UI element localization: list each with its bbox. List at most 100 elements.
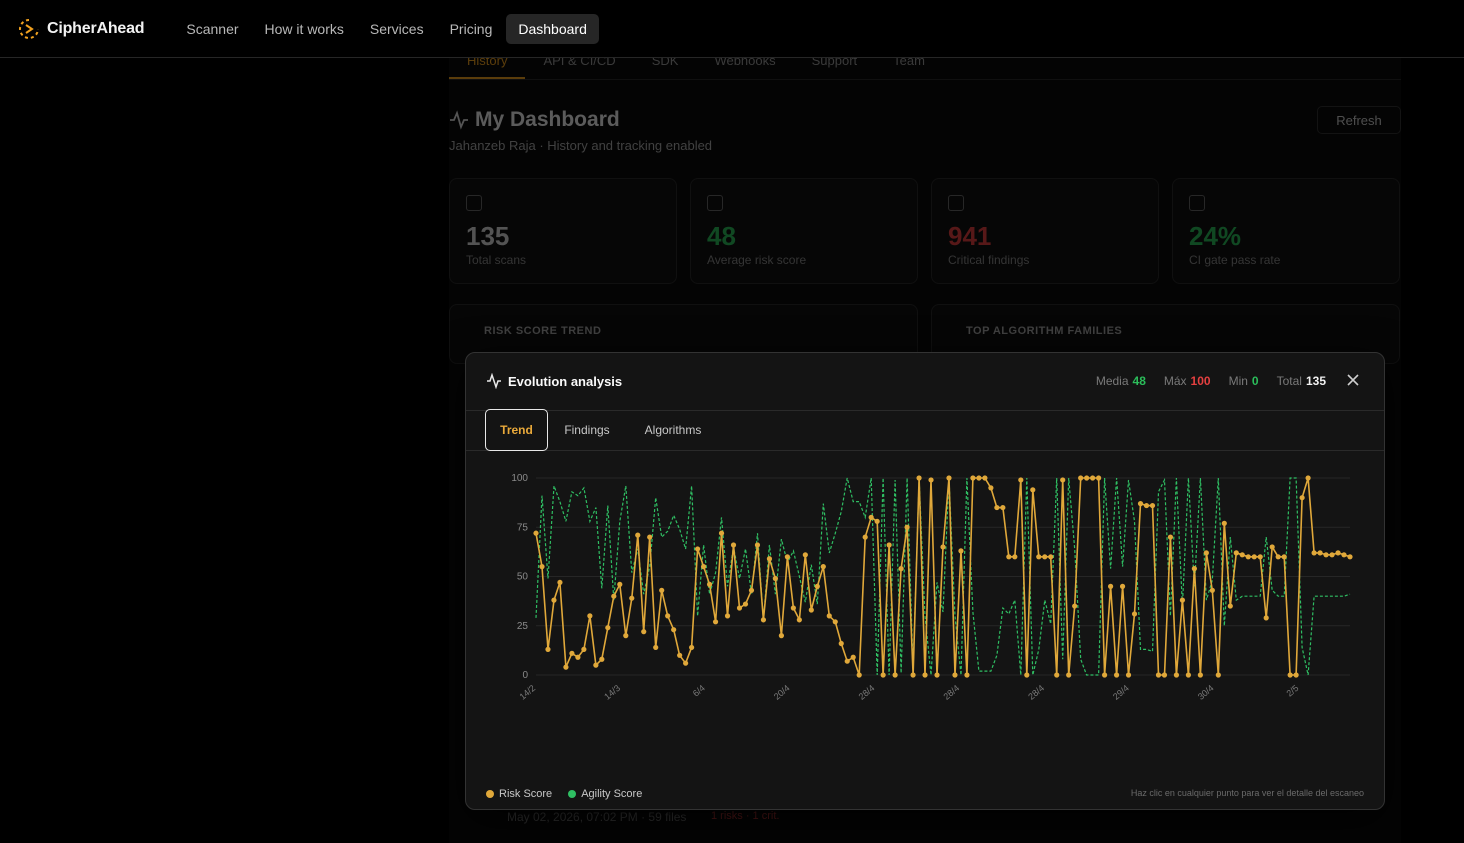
data-point-risk[interactable]	[772, 575, 779, 582]
trend-chart[interactable]: 0 25 50 75 100 14/2 14/3 6/4 20/4 28/4 28/4 28/4 29/…	[466, 453, 1386, 713]
data-point-risk[interactable]	[1066, 672, 1072, 678]
data-point-risk[interactable]	[677, 652, 683, 658]
tab-webhooks[interactable]: Webhooks	[696, 58, 793, 79]
data-point-risk[interactable]	[1131, 611, 1138, 617]
data-point-risk[interactable]	[934, 672, 940, 678]
data-point-risk[interactable]	[569, 650, 575, 656]
refresh-button[interactable]: Refresh	[1317, 106, 1401, 134]
data-point-risk[interactable]	[1000, 504, 1006, 511]
data-point-risk[interactable]	[784, 554, 790, 560]
data-point-risk[interactable]	[766, 556, 773, 562]
data-point-risk[interactable]	[539, 564, 545, 570]
data-point-risk[interactable]	[1257, 554, 1263, 560]
data-point-risk[interactable]	[599, 656, 605, 662]
data-point-risk[interactable]	[1233, 550, 1239, 556]
data-point-risk[interactable]	[928, 477, 934, 483]
data-point-risk[interactable]	[1305, 475, 1311, 481]
data-point-risk[interactable]	[593, 662, 599, 668]
legend-item-agility[interactable]: Agility Score	[568, 788, 642, 800]
data-point-risk[interactable]	[1215, 672, 1221, 678]
data-point-risk[interactable]	[1078, 475, 1084, 481]
data-point-risk[interactable]	[1072, 603, 1078, 609]
data-point-risk[interactable]	[1275, 554, 1281, 560]
data-point-risk[interactable]	[1341, 552, 1347, 558]
data-point-risk[interactable]	[982, 475, 988, 481]
data-point-risk[interactable]	[904, 524, 910, 530]
close-icon[interactable]	[1346, 373, 1360, 387]
data-point-risk[interactable]	[1054, 672, 1060, 678]
data-point-risk[interactable]	[976, 475, 982, 481]
data-point-risk[interactable]	[796, 617, 802, 623]
data-point-risk[interactable]	[892, 672, 898, 678]
tab-trend[interactable]: Trend	[485, 409, 548, 451]
data-point-risk[interactable]	[1287, 672, 1293, 678]
data-point-risk[interactable]	[1084, 475, 1090, 481]
data-point-risk[interactable]	[587, 613, 593, 619]
data-point-risk[interactable]	[1329, 552, 1335, 558]
nav-item-pricing[interactable]: Pricing	[438, 14, 505, 44]
data-point-risk[interactable]	[880, 672, 886, 678]
data-point-risk[interactable]	[1060, 477, 1066, 483]
data-point-risk[interactable]	[1227, 603, 1233, 609]
tab-api-ci-cd[interactable]: API & CI/CD	[525, 58, 633, 79]
data-point-risk[interactable]	[1173, 672, 1180, 678]
data-point-risk[interactable]	[545, 646, 551, 652]
data-point-risk[interactable]	[1143, 502, 1150, 509]
nav-item-dashboard[interactable]: Dashboard	[506, 13, 599, 44]
data-point-risk[interactable]	[898, 566, 904, 572]
data-point-risk[interactable]	[778, 633, 784, 639]
data-point-risk[interactable]	[958, 548, 964, 554]
data-point-risk[interactable]	[533, 530, 539, 536]
data-point-risk[interactable]	[922, 672, 928, 678]
data-point-risk[interactable]	[647, 534, 653, 540]
data-point-risk[interactable]	[862, 534, 868, 540]
data-point-risk[interactable]	[724, 613, 731, 619]
data-point-risk[interactable]	[1119, 583, 1126, 589]
tab-team[interactable]: Team	[875, 58, 943, 79]
data-point-risk[interactable]	[790, 605, 796, 611]
data-point-risk[interactable]	[557, 579, 563, 586]
data-point-risk[interactable]	[1179, 597, 1186, 603]
data-point-risk[interactable]	[850, 654, 856, 660]
data-point-risk[interactable]	[551, 597, 557, 603]
data-point-risk[interactable]	[1317, 550, 1323, 556]
data-point-risk[interactable]	[581, 646, 587, 652]
data-point-risk[interactable]	[1191, 566, 1197, 572]
brand[interactable]: CipherAhead	[18, 18, 145, 40]
nav-item-scanner[interactable]: Scanner	[174, 14, 250, 44]
data-point-risk[interactable]	[683, 660, 689, 666]
data-point-risk[interactable]	[814, 583, 820, 589]
data-point-risk[interactable]	[826, 613, 832, 619]
data-point-risk[interactable]	[994, 504, 1000, 511]
data-point-risk[interactable]	[1113, 672, 1120, 678]
data-point-risk[interactable]	[1102, 672, 1108, 678]
data-point-risk[interactable]	[695, 546, 701, 552]
data-point-risk[interactable]	[946, 475, 952, 481]
data-point-risk[interactable]	[916, 475, 922, 481]
data-point-risk[interactable]	[868, 514, 874, 520]
data-point-risk[interactable]	[970, 475, 976, 481]
data-point-risk[interactable]	[1018, 477, 1024, 483]
data-point-risk[interactable]	[1239, 552, 1245, 558]
data-point-risk[interactable]	[718, 530, 725, 536]
data-point-risk[interactable]	[838, 640, 844, 647]
data-point-risk[interactable]	[1347, 554, 1353, 560]
data-point-risk[interactable]	[712, 619, 719, 625]
data-point-risk[interactable]	[748, 587, 755, 593]
data-point-risk[interactable]	[665, 613, 671, 619]
data-point-risk[interactable]	[653, 644, 659, 651]
data-point-risk[interactable]	[1293, 672, 1299, 678]
data-point-risk[interactable]	[611, 593, 617, 599]
data-point-risk[interactable]	[1149, 502, 1156, 509]
data-point-risk[interactable]	[1245, 554, 1251, 560]
data-point-risk[interactable]	[760, 617, 767, 623]
data-point-risk[interactable]	[1107, 583, 1114, 589]
data-point-risk[interactable]	[886, 542, 892, 548]
data-point-risk[interactable]	[1024, 672, 1030, 678]
data-point-risk[interactable]	[617, 581, 623, 587]
data-point-risk[interactable]	[1269, 544, 1275, 550]
data-point-risk[interactable]	[1125, 672, 1132, 678]
data-point-risk[interactable]	[1203, 550, 1209, 556]
data-point-risk[interactable]	[1209, 587, 1215, 593]
data-point-risk[interactable]	[1161, 672, 1168, 678]
